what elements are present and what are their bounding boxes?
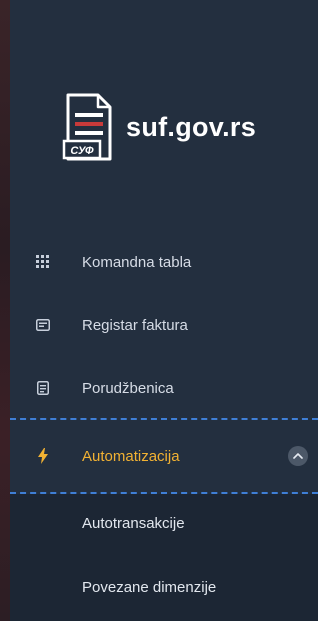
invoice-icon xyxy=(36,318,50,332)
submenu-item-povezane-dimenzije[interactable]: Povezane dimenzije xyxy=(10,562,318,612)
sidebar-item-automatizacija[interactable]: Automatizacija xyxy=(10,424,318,488)
submenu-item-label: Povezane dimenzije xyxy=(82,578,217,596)
submenu-automatizacija: Autotransakcije Povezane dimenzije xyxy=(10,494,318,621)
submenu-item-label: Autotransakcije xyxy=(82,514,185,532)
sidebar-item-komandna-tabla[interactable]: Komandna tabla xyxy=(10,230,318,294)
sidebar-item-label: Komandna tabla xyxy=(82,253,192,271)
chevron-up-icon[interactable] xyxy=(288,446,308,466)
brand[interactable]: СУФ suf.gov.rs xyxy=(62,92,302,162)
sidebar: СУФ suf.gov.rs Komandna tabla Registar f… xyxy=(10,0,318,621)
sidebar-item-registar-faktura[interactable]: Registar faktura xyxy=(10,293,318,357)
sidebar-item-label: Porudžbenica xyxy=(82,379,174,397)
sidebar-item-label: Automatizacija xyxy=(82,447,180,465)
grid-icon xyxy=(36,255,50,269)
sidebar-item-label: Registar faktura xyxy=(82,316,188,334)
suf-logo-icon: СУФ xyxy=(62,93,114,161)
logo-text: СУФ xyxy=(70,145,94,157)
order-form-icon xyxy=(36,381,50,395)
brand-name: suf.gov.rs xyxy=(126,111,257,142)
lightning-icon xyxy=(36,448,50,464)
submenu-item-autotransakcije[interactable]: Autotransakcije xyxy=(10,498,318,548)
app-frame: СУФ suf.gov.rs Komandna tabla Registar f… xyxy=(0,0,324,621)
background-strip xyxy=(0,0,10,621)
sidebar-item-porudzbenica[interactable]: Porudžbenica xyxy=(10,356,318,420)
